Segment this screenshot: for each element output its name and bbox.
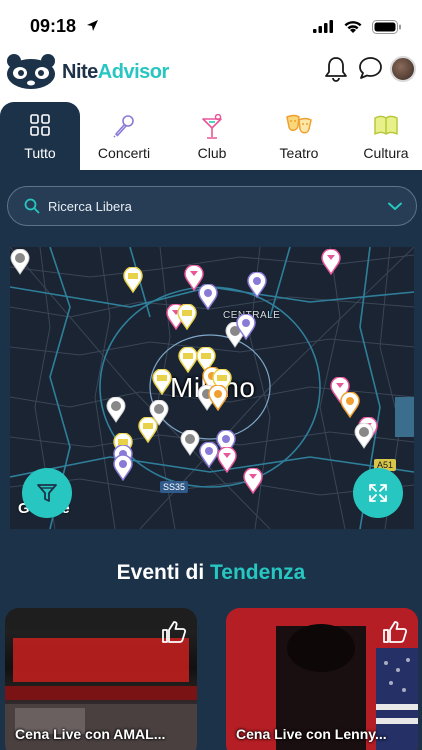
map-pin-icon[interactable] [236, 314, 256, 340]
trending-section-title: Eventi di Tendenza [0, 561, 422, 585]
location-arrow-icon [87, 20, 98, 31]
map-pin-icon[interactable] [106, 397, 126, 423]
map-pin-icon[interactable] [152, 369, 172, 395]
app-header: NiteAdvisor [0, 44, 422, 102]
battery-icon [372, 20, 401, 34]
thumbs-up-icon[interactable] [382, 620, 408, 644]
tab-cultura[interactable]: Cultura [346, 102, 422, 170]
event-card-title: Cena Live con AMAL... [15, 726, 166, 742]
map-pin-icon[interactable] [198, 284, 218, 310]
map-pin-icon[interactable] [321, 249, 341, 275]
map-pin-icon[interactable] [208, 385, 228, 411]
expand-map-button[interactable] [353, 468, 403, 518]
search-bar[interactable]: Ricerca Libera [7, 186, 417, 226]
tab-club[interactable]: Club [172, 102, 252, 170]
map-pin-icon[interactable] [180, 430, 200, 456]
map-pin-icon[interactable] [340, 392, 360, 418]
brand-nite: Nite [62, 61, 98, 83]
map-pin-icon[interactable] [113, 455, 133, 481]
tab-label: Club [197, 145, 227, 161]
wifi-icon [344, 21, 362, 33]
event-card-title: Cena Live con Lenny... [236, 726, 387, 742]
category-tabs: Tutto Concerti Club Teatro Cultura [0, 102, 422, 170]
events-map[interactable]: CENTRALE Milano SS35 A51 Google [10, 247, 414, 529]
filter-button[interactable] [22, 468, 72, 518]
map-pin-icon[interactable] [10, 249, 30, 275]
tab-label: Cultura [363, 145, 409, 161]
trending-title-part2: Tendenza [210, 561, 306, 584]
trending-title-part1: Eventi di [116, 561, 205, 584]
bell-icon[interactable] [324, 56, 348, 82]
map-pin-icon[interactable] [354, 423, 374, 449]
brand-name: NiteAdvisor [62, 61, 169, 84]
map-pin-icon[interactable] [247, 272, 267, 298]
tab-label: Tutto [24, 145, 56, 161]
status-bar: 09:18 [0, 0, 422, 44]
thumbs-up-icon[interactable] [161, 620, 187, 644]
map-pin-icon[interactable] [243, 468, 263, 494]
chevron-down-icon[interactable] [388, 202, 402, 211]
tab-teatro[interactable]: Teatro [259, 102, 339, 170]
theater-masks-icon [286, 114, 312, 134]
chat-bubble-icon[interactable] [358, 56, 383, 80]
cocktail-icon [202, 114, 222, 139]
grid-icon [30, 114, 50, 136]
filter-funnel-icon [37, 484, 57, 502]
tab-concerti[interactable]: Concerti [84, 102, 164, 170]
map-pin-icon[interactable] [177, 304, 197, 330]
tab-tutto[interactable]: Tutto [0, 102, 80, 170]
search-placeholder: Ricerca Libera [48, 199, 132, 214]
user-avatar[interactable] [390, 56, 416, 82]
book-icon [374, 115, 398, 135]
raccoon-logo-icon [7, 54, 55, 89]
tab-label: Concerti [97, 145, 151, 161]
map-pin-icon[interactable] [217, 447, 237, 473]
search-icon [24, 198, 40, 214]
event-card[interactable]: Cena Live con Lenny... [226, 608, 418, 750]
expand-icon [369, 484, 387, 502]
map-road-shield: SS35 [160, 481, 189, 493]
cellular-signal-icon [313, 20, 333, 33]
map-pin-icon[interactable] [138, 417, 158, 443]
microphone-icon [113, 115, 134, 138]
status-time: 09:18 [30, 16, 77, 36]
map-pin-icon[interactable] [178, 347, 198, 373]
brand-advisor: Advisor [97, 61, 169, 83]
event-card[interactable]: Cena Live con AMAL... [5, 608, 197, 750]
map-pin-icon[interactable] [123, 267, 143, 293]
tab-label: Teatro [279, 145, 319, 161]
